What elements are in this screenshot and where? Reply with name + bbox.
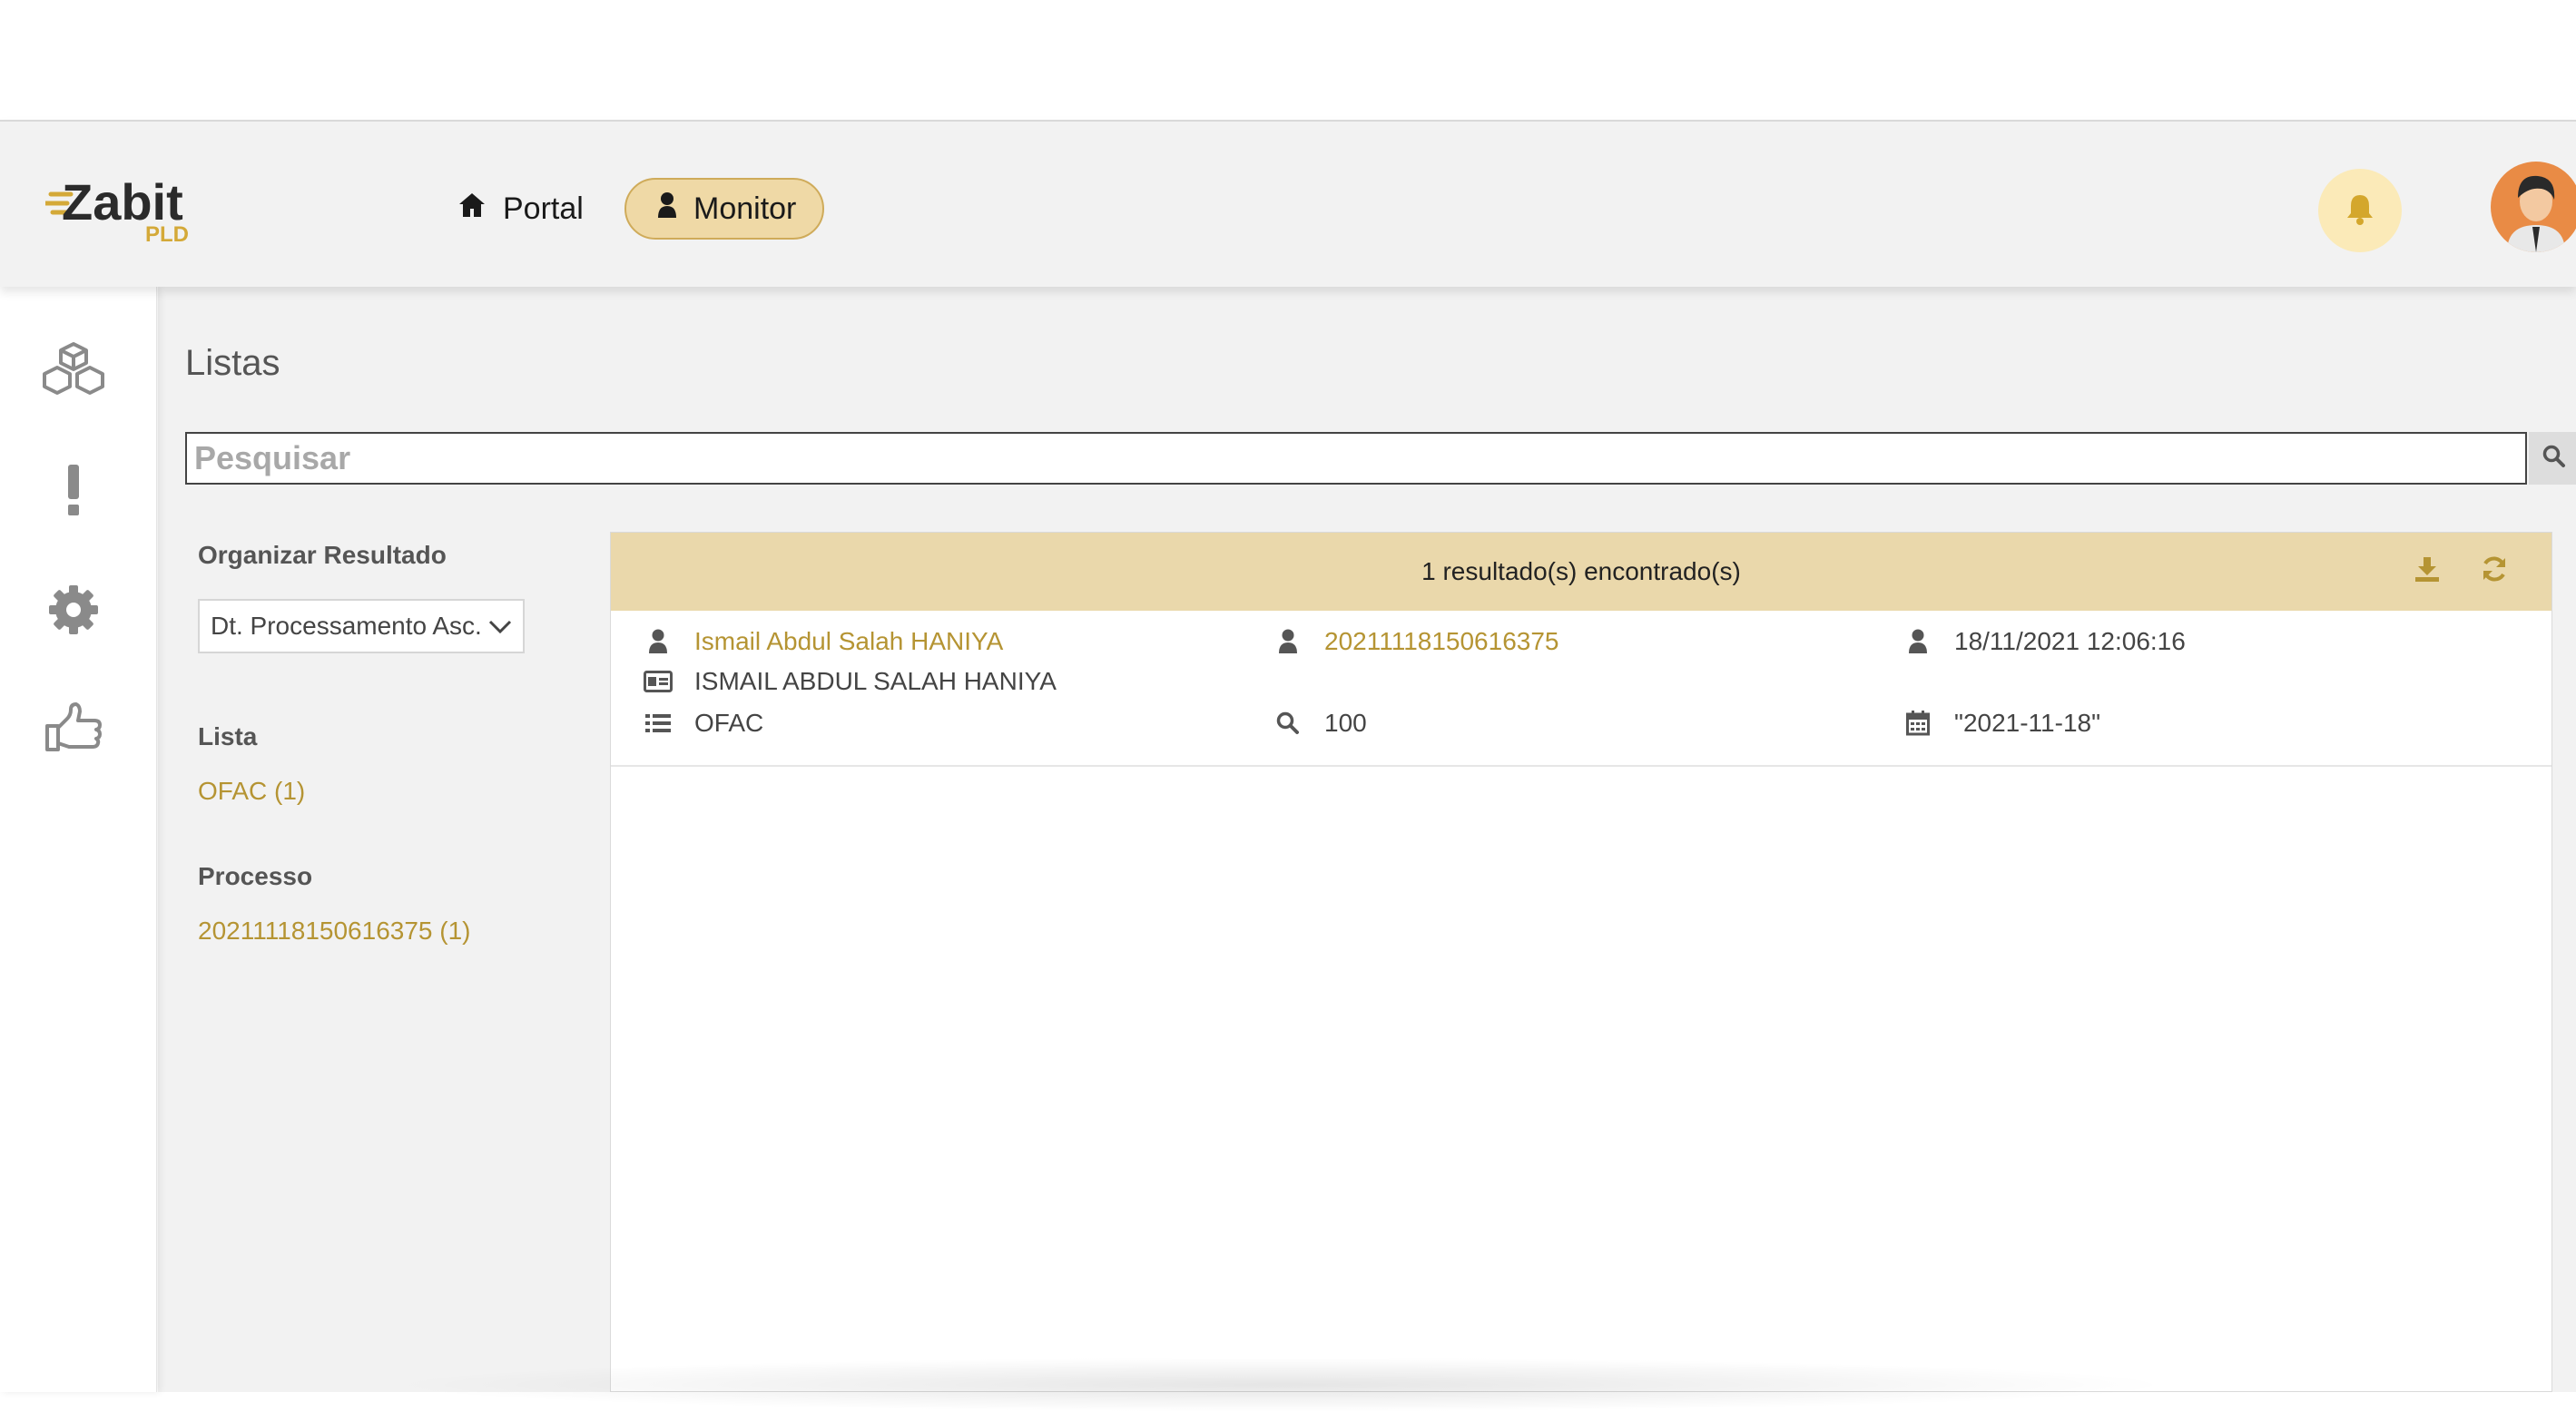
result-date: "2021-11-18": [1954, 709, 2101, 737]
result-date-cell: "2021-11-18": [1903, 709, 2100, 738]
chevron-down-icon: [488, 612, 512, 641]
result-score: 100: [1324, 709, 1367, 737]
sort-select[interactable]: Dt. Processamento Asc.: [198, 599, 525, 653]
nav-portal-label: Portal: [503, 191, 584, 226]
app-header: Zabit PLD Portal Monitor: [0, 120, 2576, 287]
cubes-icon: [39, 340, 108, 405]
nav-monitor-label: Monitor: [693, 191, 797, 226]
notifications-button[interactable]: [2318, 169, 2402, 252]
result-list-name: OFAC: [694, 709, 764, 737]
result-list-cell: OFAC: [644, 709, 763, 738]
sidebar: [0, 287, 157, 1392]
logo-mark: Zabit PLD: [43, 173, 189, 247]
processo-filter-item[interactable]: 20211118150616375 (1): [198, 917, 471, 946]
home-icon: [457, 191, 487, 227]
main-content: Listas Organizar Resultado Dt. Processam…: [158, 287, 2576, 1392]
result-document-cell: ISMAIL ABDUL SALAH HANIYA: [644, 667, 1057, 696]
download-icon: [2414, 555, 2440, 589]
sort-value: Dt. Processamento Asc.: [211, 612, 482, 640]
browser-top-space: [0, 0, 2576, 120]
thumbs-up-icon: [44, 701, 103, 760]
bell-icon: [2345, 192, 2375, 230]
sidebar-item-modules[interactable]: [36, 338, 111, 407]
refresh-icon: [2480, 554, 2509, 590]
search-button[interactable]: [2529, 432, 2576, 485]
bottom-shadow: [381, 1358, 2178, 1412]
refresh-button[interactable]: [2475, 553, 2513, 591]
sidebar-item-alerts[interactable]: [36, 457, 111, 526]
user-icon: [644, 627, 673, 656]
avatar-image: [2507, 175, 2565, 252]
nav-monitor-button[interactable]: Monitor: [624, 178, 824, 240]
id-card-icon: [644, 667, 673, 696]
processo-label: Processo: [198, 862, 313, 890]
search-input[interactable]: [185, 432, 2527, 485]
search-icon: [1273, 709, 1303, 738]
result-score-cell: 100: [1273, 709, 1367, 738]
result-process-link[interactable]: 20211118150616375: [1324, 627, 1559, 656]
zabit-logo[interactable]: Zabit PLD: [43, 167, 209, 249]
calendar-icon: [1903, 709, 1932, 738]
page-title: Listas: [185, 343, 280, 383]
result-datetime-cell: 18/11/2021 12:06:16: [1903, 627, 2186, 656]
results-panel: 1 resultado(s) encontrado(s) Ismail Abdu…: [610, 532, 2552, 1392]
sort-label: Organizar Resultado: [198, 541, 447, 569]
user-icon: [1903, 627, 1932, 656]
sidebar-item-approve[interactable]: [36, 695, 111, 764]
user-avatar[interactable]: [2491, 162, 2576, 252]
result-datetime: 18/11/2021 12:06:16: [1954, 627, 2186, 655]
logo-subtext: PLD: [145, 222, 189, 247]
user-icon: [657, 191, 677, 227]
result-name-link[interactable]: Ismail Abdul Salah HANIYA: [694, 627, 1003, 656]
result-process-cell: 20211118150616375: [1273, 627, 1559, 656]
exclamation-icon: [64, 463, 83, 522]
results-header: 1 resultado(s) encontrado(s): [611, 533, 2551, 611]
lista-label: Lista: [198, 722, 258, 750]
nav-portal-button[interactable]: Portal: [427, 178, 608, 240]
results-count: 1 resultado(s) encontrado(s): [1421, 557, 1741, 585]
list-icon: [644, 709, 673, 738]
gear-icon: [47, 583, 100, 641]
sidebar-item-settings[interactable]: [36, 577, 111, 646]
result-name-cell: Ismail Abdul Salah HANIYA: [644, 627, 1003, 656]
lista-filter-item[interactable]: OFAC (1): [198, 777, 305, 806]
download-button[interactable]: [2408, 553, 2446, 591]
result-row: Ismail Abdul Salah HANIYA ISMAIL ABDUL S…: [611, 611, 2551, 767]
search-icon: [2542, 445, 2566, 473]
result-document-name: ISMAIL ABDUL SALAH HANIYA: [694, 667, 1057, 695]
user-icon: [1273, 627, 1303, 656]
